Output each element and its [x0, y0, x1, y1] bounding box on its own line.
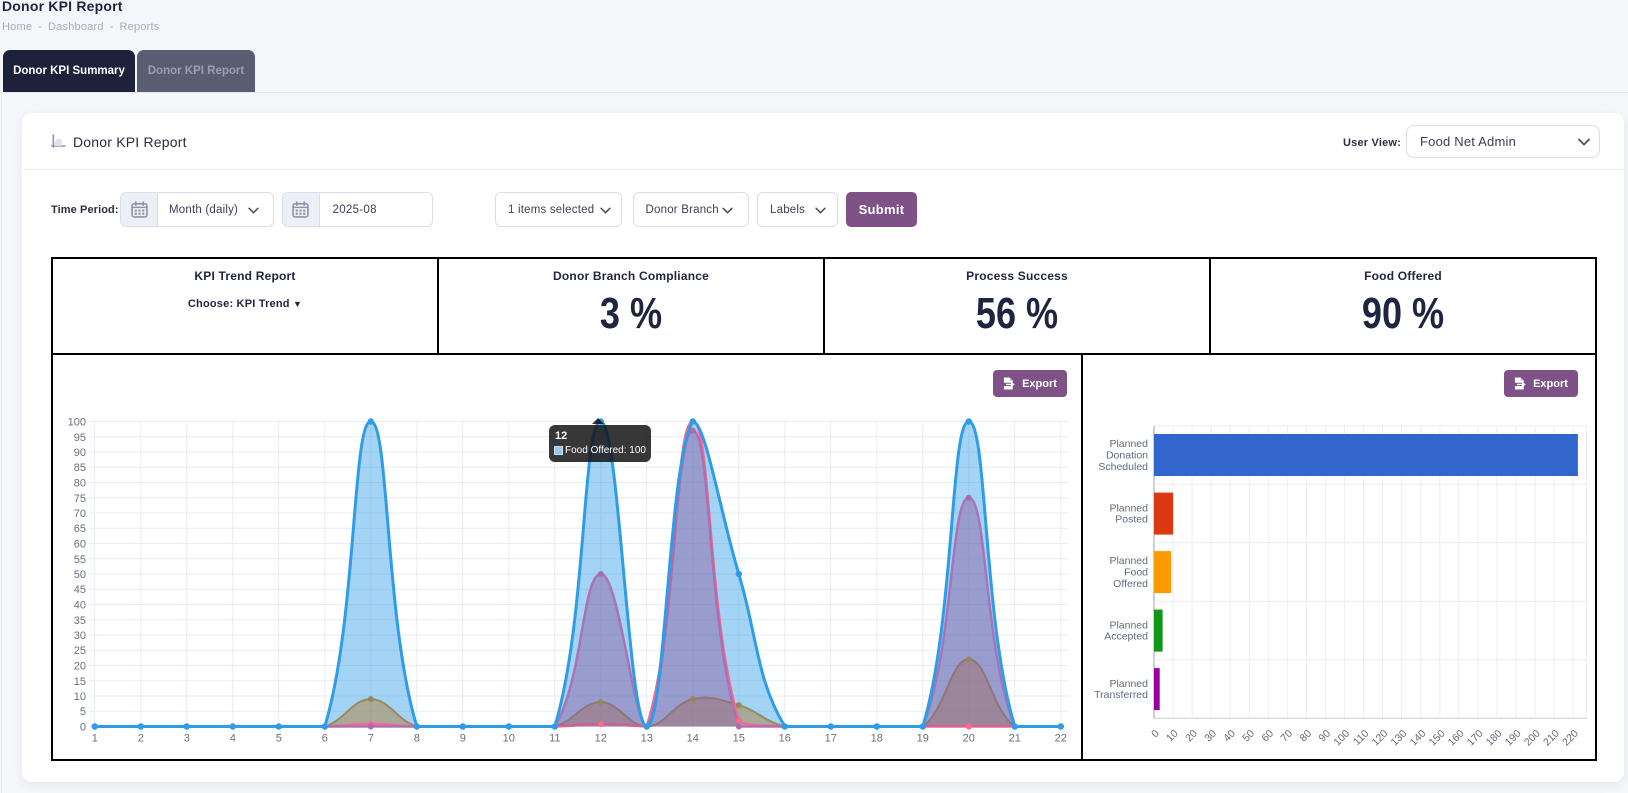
- svg-text:7: 7: [368, 733, 374, 745]
- svg-text:6: 6: [322, 733, 328, 745]
- svg-text:22: 22: [1055, 733, 1067, 745]
- svg-text:5: 5: [276, 733, 282, 745]
- svg-text:30: 30: [74, 630, 86, 642]
- svg-text:19: 19: [917, 733, 929, 745]
- svg-text:2: 2: [138, 733, 144, 745]
- svg-text:15: 15: [733, 733, 745, 745]
- svg-text:3: 3: [184, 733, 190, 745]
- svg-text:70: 70: [1278, 727, 1295, 744]
- svg-text:85: 85: [74, 462, 86, 474]
- svg-text:95: 95: [74, 432, 86, 444]
- svg-text:15: 15: [74, 676, 86, 688]
- svg-text:90: 90: [1316, 727, 1333, 744]
- svg-text:150: 150: [1427, 727, 1448, 748]
- svg-text:10: 10: [1164, 727, 1181, 744]
- svg-text:65: 65: [74, 523, 86, 535]
- svg-text:90: 90: [74, 447, 86, 459]
- svg-text:100: 100: [68, 417, 86, 429]
- svg-text:80: 80: [1297, 727, 1314, 744]
- svg-text:Scheduled: Scheduled: [1098, 461, 1148, 473]
- svg-text:16: 16: [779, 733, 791, 745]
- svg-text:14: 14: [687, 733, 699, 745]
- svg-text:220: 220: [1560, 727, 1581, 748]
- svg-text:Donation: Donation: [1106, 450, 1148, 462]
- svg-text:10: 10: [503, 733, 515, 745]
- svg-text:210: 210: [1541, 727, 1562, 748]
- svg-text:180: 180: [1484, 727, 1505, 748]
- svg-text:130: 130: [1388, 727, 1409, 748]
- svg-text:40: 40: [74, 600, 86, 612]
- svg-text:110: 110: [1351, 727, 1371, 747]
- svg-text:13: 13: [641, 733, 653, 745]
- svg-text:120: 120: [1369, 727, 1390, 748]
- svg-text:55: 55: [74, 554, 86, 566]
- svg-text:12: 12: [595, 733, 607, 745]
- svg-text:30: 30: [1202, 727, 1219, 744]
- svg-text:Planned: Planned: [1109, 678, 1148, 690]
- svg-text:140: 140: [1408, 727, 1429, 748]
- svg-text:18: 18: [871, 733, 883, 745]
- svg-text:0: 0: [80, 722, 86, 734]
- svg-text:25: 25: [74, 645, 86, 657]
- svg-text:Offered: Offered: [1113, 578, 1148, 590]
- svg-text:10: 10: [74, 691, 86, 703]
- svg-text:11: 11: [549, 733, 560, 745]
- svg-text:200: 200: [1522, 727, 1543, 748]
- svg-text:8: 8: [414, 733, 420, 745]
- svg-text:50: 50: [74, 569, 86, 581]
- svg-text:70: 70: [74, 508, 86, 520]
- svg-text:Transferred: Transferred: [1094, 689, 1148, 701]
- svg-text:190: 190: [1503, 727, 1524, 748]
- svg-text:Food: Food: [1124, 567, 1148, 579]
- svg-text:170: 170: [1465, 727, 1486, 748]
- svg-text:20: 20: [963, 733, 975, 745]
- svg-text:Posted: Posted: [1115, 514, 1148, 526]
- svg-text:35: 35: [74, 615, 86, 627]
- svg-text:Planned: Planned: [1109, 619, 1148, 631]
- svg-text:20: 20: [1183, 727, 1200, 744]
- svg-text:Planned: Planned: [1109, 555, 1148, 567]
- svg-text:4: 4: [230, 733, 236, 745]
- svg-text:40: 40: [1221, 727, 1238, 744]
- svg-text:20: 20: [74, 661, 86, 673]
- svg-text:Planned: Planned: [1109, 438, 1148, 450]
- svg-text:60: 60: [74, 539, 86, 551]
- svg-text:21: 21: [1009, 733, 1021, 745]
- svg-text:60: 60: [1259, 727, 1276, 744]
- svg-text:80: 80: [74, 478, 86, 490]
- svg-text:160: 160: [1446, 727, 1467, 748]
- svg-text:75: 75: [74, 493, 86, 505]
- svg-text:9: 9: [460, 733, 466, 745]
- svg-text:45: 45: [74, 584, 86, 596]
- svg-text:100: 100: [1331, 727, 1352, 748]
- svg-text:17: 17: [825, 733, 837, 745]
- svg-text:1: 1: [92, 733, 98, 745]
- svg-text:0: 0: [1149, 727, 1162, 740]
- svg-text:Accepted: Accepted: [1104, 631, 1148, 643]
- svg-text:5: 5: [80, 706, 86, 718]
- svg-text:Planned: Planned: [1109, 502, 1148, 514]
- svg-text:50: 50: [1240, 727, 1257, 744]
